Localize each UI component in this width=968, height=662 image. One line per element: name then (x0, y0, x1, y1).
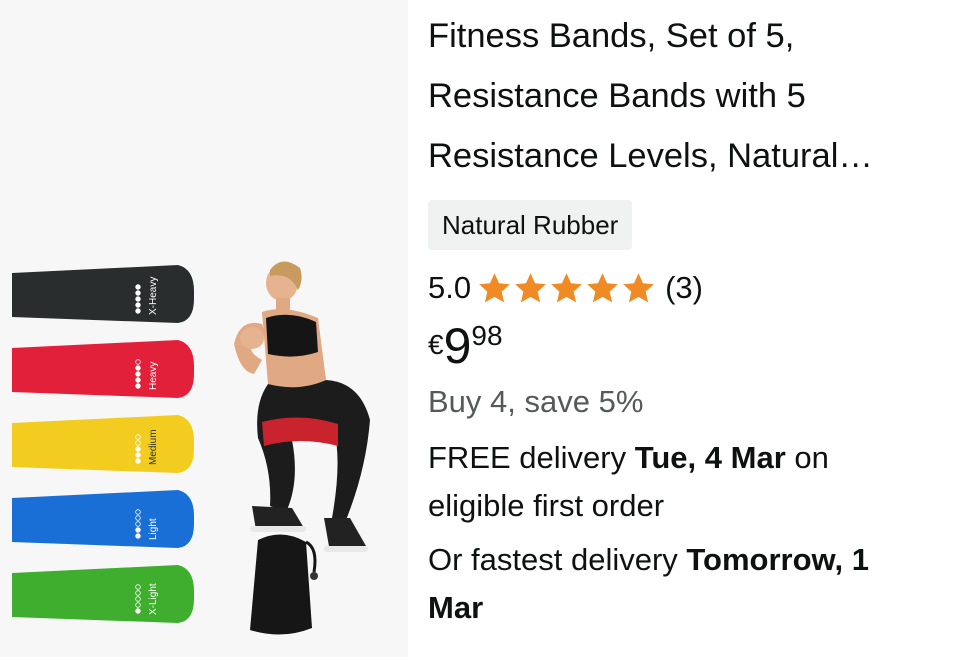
band-shape (12, 340, 194, 398)
band-level-label: X-Heavy (148, 277, 159, 315)
level-dot (135, 284, 141, 290)
band-shape (12, 265, 194, 323)
woman-squatting-figure (234, 261, 370, 552)
resistance-bands: X-Heavy Heavy Medium Light X-Light (12, 265, 194, 623)
review-count[interactable]: (3) (665, 268, 703, 308)
rating-value: 5.0 (428, 270, 472, 305)
title-line[interactable]: Resistance Levels, Natural… (428, 126, 964, 186)
star-rating (477, 271, 657, 306)
level-dot (135, 290, 141, 296)
fastest-prefix: Or fastest delivery (428, 542, 687, 577)
product-title[interactable]: Fitness Bands, Set of 5, Resistance Band… (428, 6, 964, 186)
star-icon (623, 272, 654, 302)
level-dot (135, 533, 141, 539)
title-line[interactable]: Fitness Bands, Set of 5, (428, 6, 964, 66)
level-dot (135, 446, 141, 452)
level-dot (135, 365, 141, 371)
multi-buy-promo: Buy 4, save 5% (428, 384, 644, 419)
storage-bag (250, 534, 318, 635)
band-level-label: Light (148, 518, 159, 540)
band-level-label: X-Light (148, 583, 159, 615)
free-delivery-info: FREE delivery Tue, 4 Mar on eligible fir… (428, 434, 964, 530)
level-dot (135, 383, 141, 389)
star-icon (551, 272, 582, 302)
price: € 9 98 (428, 318, 964, 374)
level-dot (135, 527, 141, 533)
band-shape (12, 490, 194, 548)
price-whole: 9 (443, 318, 472, 374)
product-photo: X-Heavy Heavy Medium Light X-Light (12, 261, 370, 635)
delivery-suffix: on (785, 440, 829, 475)
star-icon (479, 272, 510, 302)
star-icon (587, 272, 618, 302)
level-dot (135, 296, 141, 302)
band-shape (12, 565, 194, 623)
band-shape (12, 415, 194, 473)
rating-row[interactable]: 5.0 (3) (428, 268, 964, 308)
product-info: Fitness Bands, Set of 5, Resistance Band… (428, 0, 964, 632)
level-dot (135, 302, 141, 308)
level-dot (135, 377, 141, 383)
delivery-condition: eligible first order (428, 488, 665, 523)
fastest-date-cont: Mar (428, 590, 484, 625)
band-light: Light (12, 490, 194, 548)
band-x-heavy: X-Heavy (12, 265, 194, 323)
star-icon (515, 272, 546, 302)
title-line[interactable]: Resistance Bands with 5 (428, 66, 964, 126)
price-fraction: 98 (471, 320, 503, 351)
band-level-label: Heavy (148, 362, 159, 390)
delivery-prefix: FREE delivery (428, 440, 635, 475)
level-dot (135, 608, 141, 614)
variant-chip[interactable]: Natural Rubber (428, 200, 633, 250)
product-image[interactable]: X-Heavy Heavy Medium Light X-Light (0, 0, 408, 657)
band-medium: Medium (12, 415, 194, 473)
fastest-delivery-info: Or fastest delivery Tomorrow, 1 Mar (428, 536, 964, 632)
level-dot (135, 452, 141, 458)
band-level-label: Medium (148, 429, 159, 465)
fastest-date: Tomorrow, 1 (686, 542, 869, 577)
level-dot (135, 371, 141, 377)
delivery-date: Tue, 4 Mar (634, 440, 786, 475)
band-x-light: X-Light (12, 565, 194, 623)
band-heavy: Heavy (12, 340, 194, 398)
price-currency: € (428, 329, 444, 360)
level-dot (135, 308, 141, 314)
level-dot (135, 458, 141, 464)
